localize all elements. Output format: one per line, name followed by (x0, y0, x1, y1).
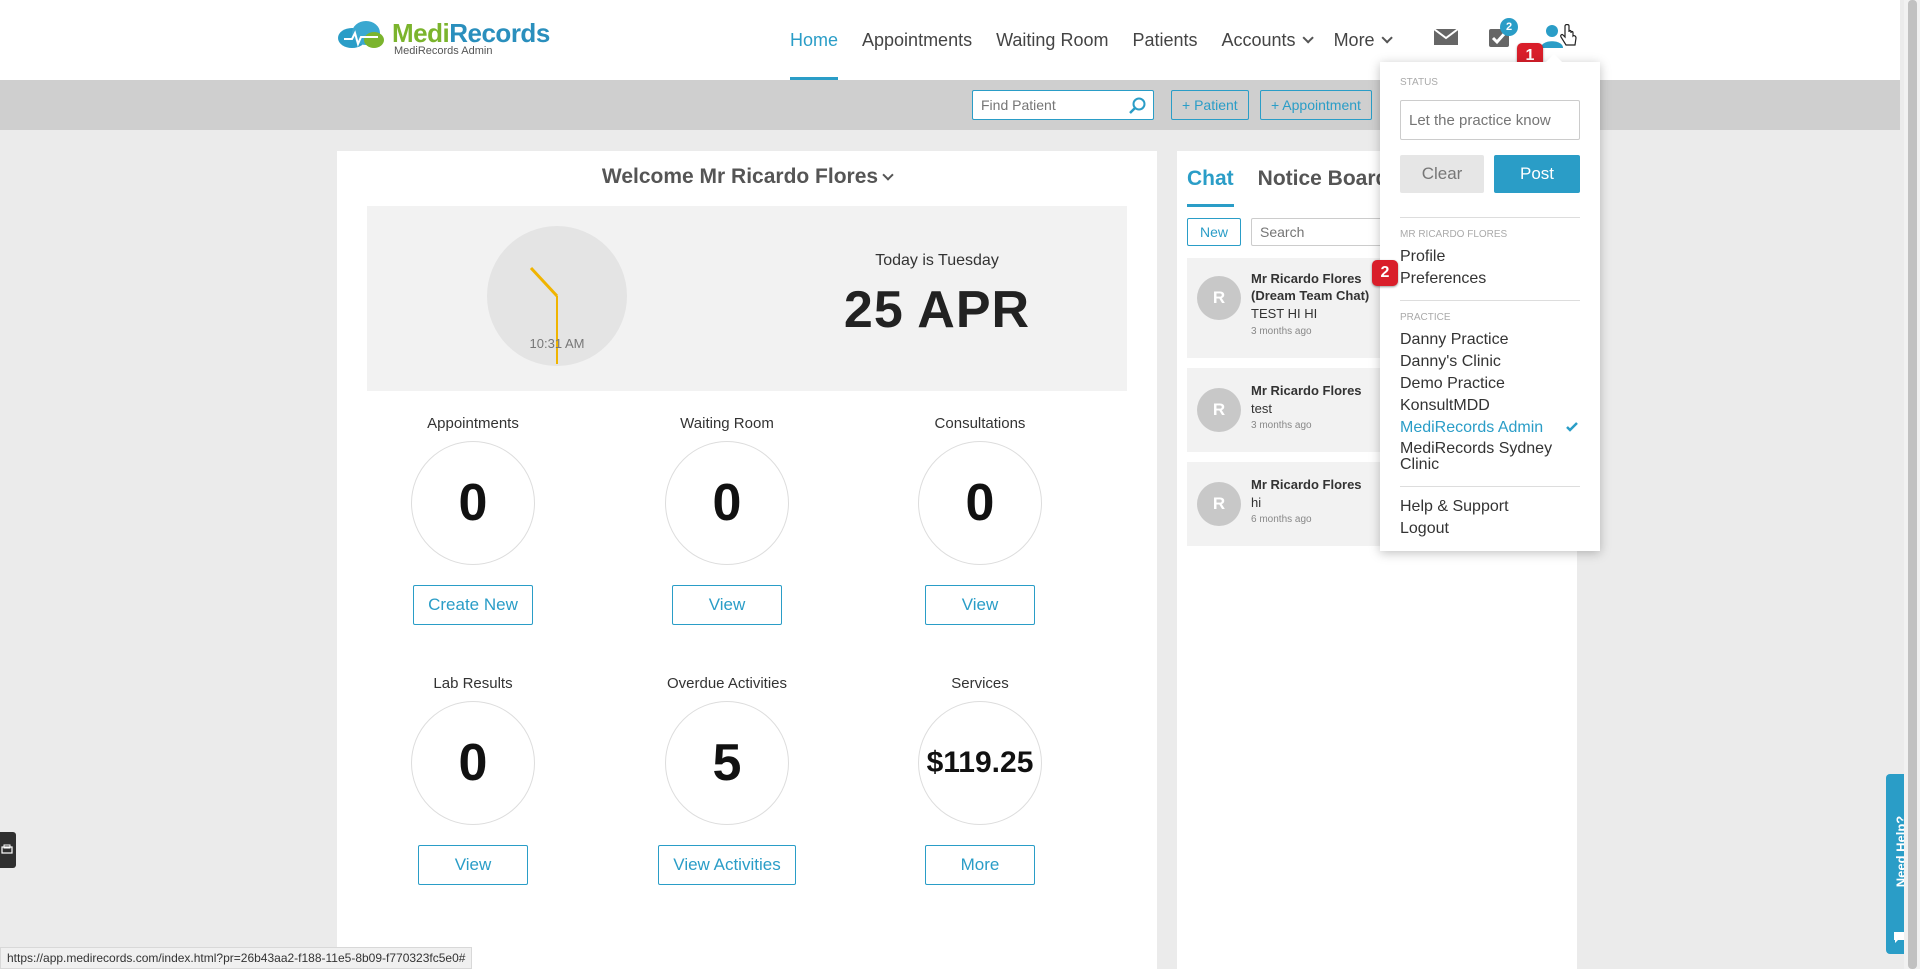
nav-patients[interactable]: Patients (1132, 0, 1197, 80)
chevron-down-icon (1302, 32, 1314, 44)
find-patient-input[interactable] (973, 91, 1123, 119)
menu-item-profile[interactable]: Profile (1400, 248, 1590, 266)
status-heading: STATUS (1400, 77, 1438, 88)
more-services-button[interactable]: More (925, 845, 1035, 885)
menu-divider (1400, 217, 1580, 218)
chat-timestamp: 3 months ago (1251, 326, 1312, 337)
create-new-appointment-button[interactable]: Create New (413, 585, 533, 625)
welcome-title[interactable]: Welcome Mr Ricardo Flores (337, 165, 1157, 189)
stat-label: Lab Results (433, 675, 513, 692)
stat-value: 0 (665, 441, 789, 565)
dashboard-card: Welcome Mr Ricardo Flores 10:31 AM Today… (337, 151, 1157, 969)
nav-appointments[interactable]: Appointments (862, 0, 972, 80)
clear-status-button[interactable]: Clear (1400, 155, 1484, 193)
status-url: https://app.medirecords.com/index.html?p… (0, 947, 473, 969)
avatar: R (1197, 276, 1241, 320)
stat-label: Consultations (934, 415, 1026, 432)
chat-sender: Mr Ricardo Flores (1251, 383, 1362, 398)
search-icon[interactable] (1129, 97, 1147, 120)
practice-heading: PRACTICE (1400, 312, 1451, 323)
tab-notice-board[interactable]: Notice Board (1258, 151, 1389, 207)
user-name-heading: MR RICARDO FLORES (1400, 229, 1508, 240)
chat-timestamp: 3 months ago (1251, 420, 1312, 431)
top-header: MediRecords MediRecords Admin Home Appoi… (0, 0, 1900, 80)
date-time-panel: 10:31 AM Today is Tuesday 25 APR (367, 206, 1127, 391)
today-label: Today is Tuesday (875, 252, 999, 269)
stat-label: Appointments (427, 415, 519, 432)
nav-home[interactable]: Home (790, 0, 839, 80)
chat-tabs: Chat Notice Board (1187, 151, 1412, 207)
view-waiting-room-button[interactable]: View (672, 585, 782, 625)
print-icon (1, 844, 13, 854)
analog-clock: 10:31 AM (487, 226, 627, 366)
chevron-down-icon (1381, 32, 1393, 44)
scrollbar-thumb[interactable] (1908, 0, 1917, 969)
main-nav: Home Appointments Waiting Room Patients … (790, 0, 1413, 80)
tab-chat[interactable]: Chat (1187, 151, 1234, 207)
stat-label: Overdue Activities (666, 675, 788, 692)
side-panel-tab[interactable] (0, 832, 16, 868)
checkmark-icon (1566, 419, 1578, 437)
practice-item[interactable]: Danny Practice (1400, 331, 1590, 349)
stat-lab-results: Lab Results 0 View (353, 675, 593, 885)
avatar: R (1197, 388, 1241, 432)
cloud-logo-icon (336, 20, 386, 50)
practice-item-selected[interactable]: MediRecords Admin (1400, 419, 1590, 437)
chevron-down-icon (882, 169, 894, 181)
step-marker-2: 2 (1372, 260, 1398, 286)
stat-value: 5 (665, 701, 789, 825)
view-consultations-button[interactable]: View (925, 585, 1035, 625)
stat-value: 0 (918, 441, 1042, 565)
find-patient-field[interactable] (972, 90, 1154, 120)
practice-item[interactable]: KonsultMDD (1400, 397, 1590, 415)
chat-message: hi (1251, 495, 1262, 510)
status-input[interactable] (1401, 101, 1577, 139)
today-date: 25 APR (843, 281, 1031, 339)
view-activities-button[interactable]: View Activities (658, 845, 796, 885)
stat-value: $119.25 (918, 701, 1042, 825)
user-menu-dropdown: STATUS Clear Post MR RICARDO FLORES Prof… (1380, 54, 1600, 551)
status-field[interactable] (1400, 100, 1580, 140)
stat-services: Services $119.25 More (860, 675, 1100, 885)
add-patient-button[interactable]: + Patient (1171, 90, 1249, 120)
chat-sender: Mr Ricardo Flores (1251, 477, 1362, 492)
view-lab-results-button[interactable]: View (418, 845, 528, 885)
add-appointment-button[interactable]: + Appointment (1260, 90, 1372, 120)
menu-divider (1400, 486, 1580, 487)
nav-accounts[interactable]: Accounts (1222, 0, 1314, 80)
chat-message: test (1251, 401, 1272, 416)
chat-message: TEST HI HI (1251, 306, 1318, 321)
chat-timestamp: 6 months ago (1251, 514, 1312, 525)
stat-value: 0 (411, 441, 535, 565)
stat-overdue-activities: Overdue Activities 5 View Activities (607, 675, 847, 885)
menu-item-help-support[interactable]: Help & Support (1400, 498, 1590, 516)
menu-item-preferences[interactable]: Preferences (1400, 270, 1590, 288)
stat-waiting-room: Waiting Room 0 View (607, 415, 847, 625)
stat-label: Waiting Room (680, 415, 774, 432)
avatar: R (1197, 482, 1241, 526)
stat-value: 0 (411, 701, 535, 825)
practice-item[interactable]: Danny's Clinic (1400, 353, 1590, 371)
nav-waiting-room[interactable]: Waiting Room (996, 0, 1108, 80)
stat-appointments: Appointments 0 Create New (353, 415, 593, 625)
new-chat-button[interactable]: New (1187, 218, 1242, 246)
mail-icon[interactable] (1433, 27, 1459, 52)
medirecords-logo[interactable]: MediRecords MediRecords Admin (336, 20, 550, 60)
menu-item-logout[interactable]: Logout (1400, 520, 1590, 538)
clock-time: 10:31 AM (529, 336, 585, 351)
hand-cursor-icon (1560, 23, 1578, 53)
menu-divider (1400, 300, 1580, 301)
practice-item[interactable]: MediRecords Sydney Clinic (1400, 441, 1570, 473)
logo-wordmark: MediRecords (392, 18, 550, 48)
practice-item[interactable]: Demo Practice (1400, 375, 1590, 393)
tasks-count-badge: 2 (1500, 18, 1518, 36)
stat-label: Services (951, 675, 1009, 692)
post-status-button[interactable]: Post (1494, 155, 1580, 193)
patient-toolbar: + Patient + Appointment (0, 80, 1900, 130)
stat-consultations: Consultations 0 View (860, 415, 1100, 625)
